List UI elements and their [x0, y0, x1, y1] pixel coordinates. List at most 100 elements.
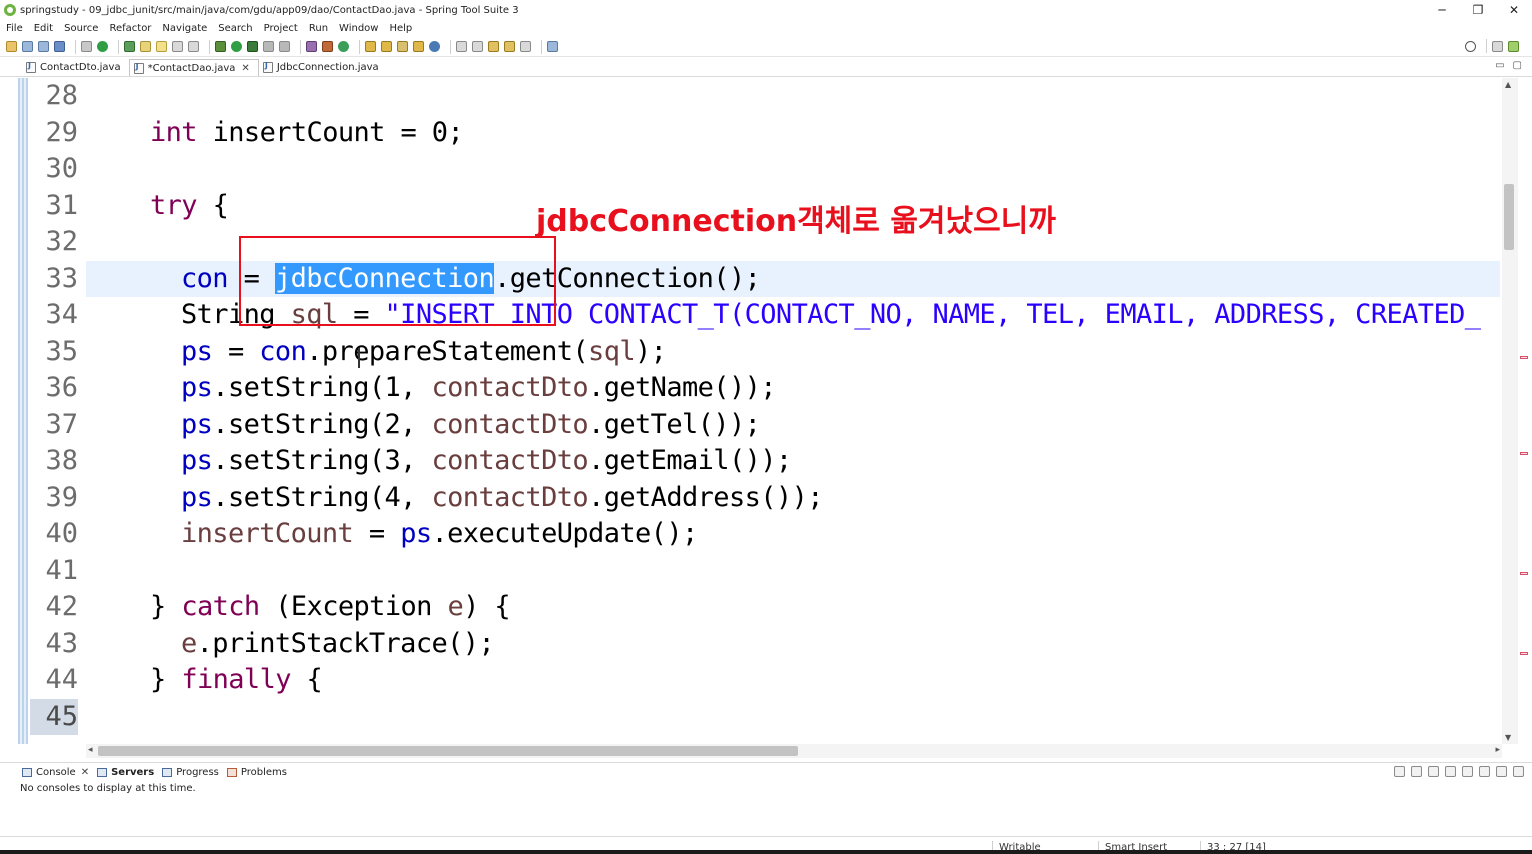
mouse-cursor: [358, 348, 360, 368]
annotation-marker[interactable]: [1520, 652, 1528, 655]
copy-icon[interactable]: [1445, 766, 1456, 777]
scroll-right-icon[interactable]: ▸: [1495, 745, 1500, 755]
field-token: ps: [400, 518, 432, 549]
block-selection-icon[interactable]: [172, 41, 183, 52]
code-line: 36 ps.setString(1, contactDto.getName())…: [0, 370, 1500, 406]
toggle-mark-icon[interactable]: [413, 41, 424, 52]
new-spring-icon[interactable]: [338, 41, 349, 52]
code-token: }: [150, 664, 182, 695]
search-icon[interactable]: [1465, 40, 1476, 52]
horizontal-scroll-thumb[interactable]: [98, 746, 798, 756]
tab-console[interactable]: Console ✕: [22, 767, 89, 778]
save-all-icon[interactable]: [38, 41, 49, 52]
open-type-icon[interactable]: [140, 41, 151, 52]
main-toolbar: [0, 37, 1532, 57]
tab-servers[interactable]: Servers: [97, 767, 154, 778]
minimize-editor-icon[interactable]: ▭: [1495, 60, 1504, 71]
new-java-package-icon[interactable]: [306, 41, 317, 52]
maximize-panel-icon[interactable]: [1513, 766, 1524, 777]
open-console-icon[interactable]: [1428, 766, 1439, 777]
editor-tab-bar: ContactDto.java *ContactDao.java ✕ JdbcC…: [0, 59, 1532, 77]
external-tools-icon[interactable]: [279, 41, 290, 52]
back-icon[interactable]: [504, 41, 515, 52]
console-toolbar: [1388, 766, 1524, 777]
show-whitespace-icon[interactable]: [188, 41, 199, 52]
open-perspective-icon[interactable]: [1492, 40, 1503, 52]
menu-run[interactable]: Run: [309, 23, 328, 34]
terminal-icon[interactable]: [54, 41, 65, 52]
stop-icon[interactable]: [263, 41, 274, 52]
run-icon[interactable]: [231, 41, 242, 52]
minimize-panel-icon[interactable]: [1496, 766, 1507, 777]
link-icon[interactable]: [1462, 766, 1473, 777]
open-task-icon[interactable]: [381, 41, 392, 52]
code-token: .getName());: [588, 372, 776, 403]
previous-annotation-icon[interactable]: [472, 41, 483, 52]
maximize-editor-icon[interactable]: ▢: [1513, 60, 1522, 71]
settings-icon[interactable]: [1479, 766, 1490, 777]
vertical-scrollbar[interactable]: ▲ ▼: [1502, 78, 1518, 744]
menu-search[interactable]: Search: [218, 23, 252, 34]
code-editor[interactable]: 28 29 int insertCount = 0; 30 31 try { 3…: [0, 78, 1518, 744]
globe-icon[interactable]: [429, 41, 440, 52]
close-tab-icon[interactable]: ✕: [241, 63, 249, 74]
vertical-scroll-thumb[interactable]: [1504, 184, 1514, 250]
annotation-marker[interactable]: [1520, 572, 1528, 575]
coverage-icon[interactable]: [247, 41, 258, 52]
restore-button[interactable]: ❐: [1460, 0, 1496, 20]
tab-label: Console: [36, 767, 76, 778]
next-annotation-icon[interactable]: [456, 41, 467, 52]
pin-console-icon[interactable]: [1394, 766, 1405, 777]
field-token: con: [259, 336, 307, 367]
menu-edit[interactable]: Edit: [34, 23, 53, 34]
scroll-left-icon[interactable]: ◂: [88, 745, 93, 755]
new-java-class-icon[interactable]: [322, 41, 333, 52]
display-console-icon[interactable]: [1411, 766, 1422, 777]
tab-jdbcconnection[interactable]: JdbcConnection.java: [259, 59, 387, 76]
tab-contactdao[interactable]: *ContactDao.java ✕: [128, 59, 259, 76]
server-start-icon[interactable]: [97, 41, 108, 52]
overview-ruler[interactable]: [1518, 78, 1532, 744]
menu-navigate[interactable]: Navigate: [162, 23, 207, 34]
new-icon[interactable]: [6, 41, 17, 52]
variable-token: contactDto: [431, 482, 589, 513]
tab-progress[interactable]: Progress: [162, 767, 219, 778]
code-line: 45: [0, 699, 1500, 735]
highlight-icon[interactable]: [156, 41, 167, 52]
menu-project[interactable]: Project: [264, 23, 298, 34]
keyword: catch: [181, 591, 260, 622]
minimize-button[interactable]: ─: [1424, 0, 1460, 20]
menu-help[interactable]: Help: [389, 23, 412, 34]
menu-file[interactable]: File: [6, 23, 23, 34]
close-window-button[interactable]: ✕: [1496, 0, 1532, 20]
code-line: 33 con = jdbcConnection.getConnection();: [0, 261, 1500, 297]
tab-contactdto[interactable]: ContactDto.java: [22, 59, 129, 76]
scroll-up-icon[interactable]: ▲: [1505, 80, 1511, 89]
menu-refactor[interactable]: Refactor: [109, 23, 151, 34]
last-edit-icon[interactable]: [488, 41, 499, 52]
skip-breakpoints-icon[interactable]: [81, 41, 92, 52]
debug-icon[interactable]: [215, 41, 226, 52]
code-text: e.printStackTrace();: [181, 626, 495, 662]
code-line: 29 int insertCount = 0;: [0, 115, 1500, 151]
open-folder-icon[interactable]: [365, 41, 376, 52]
console-message: No consoles to display at this time.: [20, 783, 196, 794]
pin-editor-icon[interactable]: [547, 41, 558, 52]
code-token: ) {: [463, 591, 511, 622]
code-token: .getAddress());: [588, 482, 823, 513]
spring-perspective-icon[interactable]: [1508, 40, 1519, 52]
search-tool-icon[interactable]: [397, 41, 408, 52]
variable-token: contactDto: [431, 409, 589, 440]
close-tab-icon[interactable]: ✕: [81, 767, 89, 778]
forward-icon[interactable]: [520, 41, 531, 52]
annotation-marker[interactable]: [1520, 356, 1528, 359]
menu-window[interactable]: Window: [339, 23, 378, 34]
scroll-down-icon[interactable]: ▼: [1505, 733, 1511, 742]
tab-problems[interactable]: Problems: [226, 767, 287, 778]
annotation-marker[interactable]: [1520, 452, 1528, 455]
refresh-icon[interactable]: [124, 41, 135, 52]
horizontal-scrollbar[interactable]: ◂ ▸: [86, 744, 1502, 758]
save-icon[interactable]: [22, 41, 33, 52]
tab-label: Servers: [111, 767, 155, 778]
menu-source[interactable]: Source: [64, 23, 98, 34]
